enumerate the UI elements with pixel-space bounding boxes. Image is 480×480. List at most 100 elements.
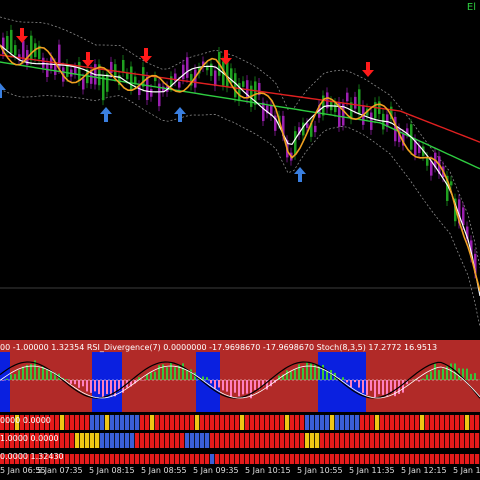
- signal-bar-cell: [215, 415, 220, 430]
- signal-bar-cell: [315, 433, 320, 448]
- signal-bar-cell: [265, 415, 270, 430]
- signal-bar-cell: [80, 454, 85, 464]
- oscillator-histogram-bar: [350, 380, 352, 388]
- signal-bar-cell: [345, 454, 350, 464]
- signal-bar-cell: [355, 415, 360, 430]
- price-chart-canvas: [0, 16, 480, 328]
- ma-orange-line: [0, 44, 480, 292]
- signal-bar-cell: [90, 433, 95, 448]
- lower-band-line: [0, 88, 480, 328]
- signal-bar-cell: [130, 433, 135, 448]
- signal-bar-cell: [395, 454, 400, 464]
- candle-body: [122, 59, 125, 72]
- signal-bar-cell: [110, 454, 115, 464]
- candle-body: [74, 67, 77, 74]
- signal-bar-cell: [65, 454, 70, 464]
- oscillator-histogram-bar: [354, 380, 356, 383]
- signal-bar-cell: [340, 415, 345, 430]
- signal-bar-cell: [280, 454, 285, 464]
- signal-bar-cell: [75, 415, 80, 430]
- signal-bar-cell: [360, 415, 365, 430]
- oscillator-histogram-bar: [370, 380, 372, 391]
- signal-bar-cell: [280, 433, 285, 448]
- signal-bar-cell: [220, 433, 225, 448]
- signal-bar-cell: [460, 454, 465, 464]
- signal-bar-cell: [180, 454, 185, 464]
- signal-bar-cell: [215, 454, 220, 464]
- candle-body: [294, 131, 297, 155]
- oscillator-histogram-bar: [26, 364, 28, 380]
- signal-bar-cell: [165, 415, 170, 430]
- signal-bar-cell: [475, 433, 480, 448]
- signal-bar-cell: [470, 433, 475, 448]
- oscillator-histogram-bar: [430, 371, 432, 380]
- oscillator-histogram-bar: [466, 368, 468, 380]
- signal-bar-cell: [450, 433, 455, 448]
- signal-bar-cell: [140, 454, 145, 464]
- oscillator-histogram-bar: [438, 369, 440, 380]
- oscillator-histogram-bar: [366, 380, 368, 395]
- signal-bar-cell: [425, 454, 430, 464]
- candle-body: [146, 76, 149, 101]
- signal-bar-cell: [410, 415, 415, 430]
- signal-bar-cell: [455, 415, 460, 430]
- signal-bar-cell: [335, 433, 340, 448]
- signal-bar-cell: [255, 415, 260, 430]
- oscillator-histogram-bar: [230, 380, 232, 398]
- signal-bar-cell: [455, 454, 460, 464]
- signal-bar-cell: [435, 454, 440, 464]
- signal-bar-cell: [420, 433, 425, 448]
- oscillator-histogram-bar: [206, 377, 208, 380]
- signal-bar-cell: [420, 415, 425, 430]
- oscillator-histogram-bar: [110, 380, 112, 396]
- signal-bar-cell: [355, 433, 360, 448]
- candle-body: [354, 96, 357, 109]
- price-chart[interactable]: El: [0, 0, 480, 338]
- oscillator-histogram-bar: [422, 378, 424, 380]
- oscillator-histogram-bar: [70, 380, 72, 384]
- signal-bar-cell: [145, 433, 150, 448]
- signal-bar-label-3: 0.0000 1.32430: [0, 452, 64, 461]
- oscillator-histogram-bar: [214, 380, 216, 389]
- signal-bar-cell: [305, 433, 310, 448]
- signal-bar-cell: [60, 415, 65, 430]
- signal-bar-cell: [70, 454, 75, 464]
- signal-bar-cell: [415, 454, 420, 464]
- signal-bar-cell: [120, 454, 125, 464]
- signal-bar-cell: [255, 433, 260, 448]
- signal-bar-cell: [195, 433, 200, 448]
- candle-body: [150, 89, 153, 97]
- signal-bar-cell: [220, 454, 225, 464]
- signal-bar-canvas-1: [0, 415, 480, 430]
- signal-bar-cell: [340, 454, 345, 464]
- signal-bar-cell: [450, 454, 455, 464]
- signal-bar-row-3: 0.0000 1.32430: [0, 451, 480, 464]
- signal-bar-cell: [410, 433, 415, 448]
- signal-bar-cell: [155, 454, 160, 464]
- signal-bar-cell: [415, 433, 420, 448]
- signal-bar-cell: [210, 454, 215, 464]
- signal-bar-cell: [440, 454, 445, 464]
- signal-bar-cell: [460, 415, 465, 430]
- signal-bar-cell: [475, 454, 480, 464]
- oscillator-histogram-bar: [174, 367, 176, 380]
- signal-bar-cell: [210, 433, 215, 448]
- signal-bar-cell: [250, 454, 255, 464]
- oscillator-histogram-bar: [102, 380, 104, 398]
- signal-bar-cell: [90, 454, 95, 464]
- oscillator-histogram-bar: [14, 374, 16, 380]
- oscillator-histogram-bar: [218, 380, 220, 388]
- signal-bar-cell: [320, 415, 325, 430]
- signal-bar-cell: [330, 433, 335, 448]
- oscillator-histogram-bar: [238, 380, 240, 397]
- signal-bar-cell: [230, 454, 235, 464]
- candle-body: [106, 73, 109, 92]
- candle-body: [334, 103, 337, 113]
- oscillator-histogram-bar: [474, 373, 476, 380]
- oscillator-zone: [0, 352, 10, 412]
- buy-arrow-icon: [0, 83, 6, 98]
- oscillator-panel[interactable]: 00 -1.00000 1.32354 RSI_Divergence(7) 0.…: [0, 340, 480, 412]
- signal-bar-cell: [465, 454, 470, 464]
- signal-bar-cell: [65, 415, 70, 430]
- signal-bar-cell: [250, 415, 255, 430]
